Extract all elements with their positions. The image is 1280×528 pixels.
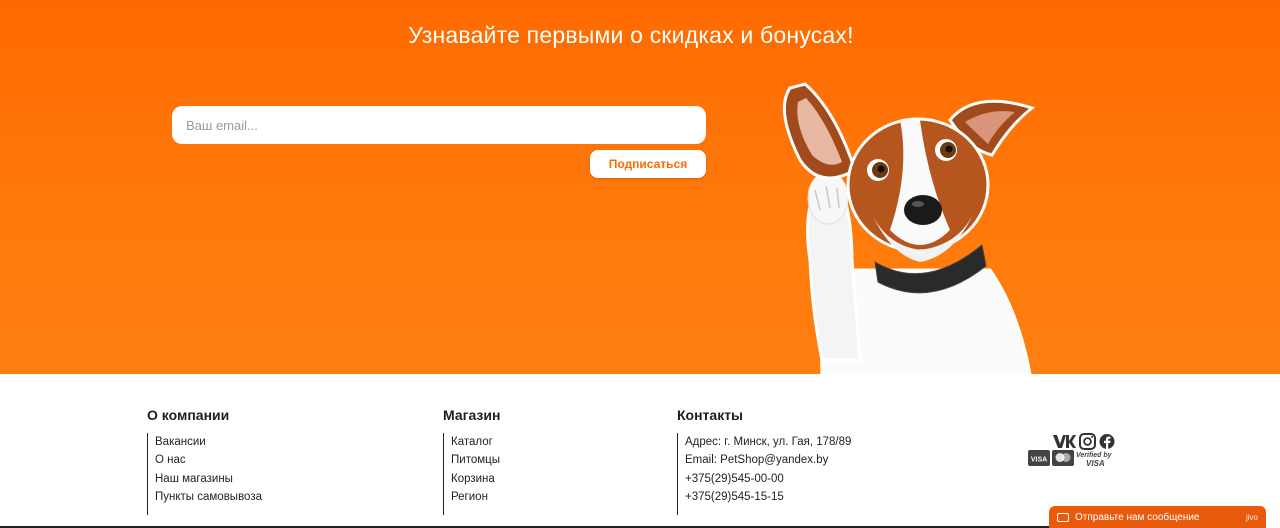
footer-links-about: Вакансии О нас Наш магазины Пункты самов… [147,433,262,515]
subscribe-button[interactable]: Подписаться [590,150,706,178]
footer: О компании Вакансии О нас Наш магазины П… [0,374,1280,528]
footer-link-stores[interactable]: Наш магазины [155,470,262,488]
contact-phone-1[interactable]: +375(29)545-00-00 [685,470,851,488]
social-links [1053,433,1115,450]
dog-image [782,82,1036,374]
footer-heading-shop: Магазин [443,407,501,423]
facebook-icon[interactable] [1099,434,1115,449]
footer-heading-contacts: Контакты [677,407,744,423]
contact-email[interactable]: Email: PetShop@yandex.by [685,451,851,469]
subscribe-title: Узнавайте первыми о скидках и бонусах! [408,22,854,48]
footer-link-vacancies[interactable]: Вакансии [155,433,262,451]
chat-label: Отправьте нам сообщение [1075,511,1200,523]
footer-heading-about: О компании [147,407,230,423]
svg-text:VISA: VISA [1031,457,1047,464]
footer-link-pickup-points[interactable]: Пункты самовывоза [155,488,262,506]
footer-link-pets[interactable]: Питомцы [451,451,500,469]
contact-phone-2[interactable]: +375(29)545-15-15 [685,488,851,506]
chat-brand: jivo [1245,512,1258,522]
footer-contacts-list: Адрес: г. Минск, ул. Гая, 178/89 Email: … [677,433,851,515]
svg-text:VISA: VISA [1086,459,1105,468]
footer-link-about-us[interactable]: О нас [155,451,262,469]
contact-address: Адрес: г. Минск, ул. Гая, 178/89 [685,436,852,448]
footer-link-cart[interactable]: Корзина [451,470,500,488]
footer-link-catalog[interactable]: Каталог [451,433,500,451]
email-input[interactable] [172,106,706,144]
verified-by-visa-icon: Verified by VISA [1076,452,1113,468]
chat-widget[interactable]: Отправьте нам сообщение jivo [1049,506,1266,528]
instagram-icon[interactable] [1079,433,1096,450]
visa-icon: VISA [1028,450,1050,466]
subscribe-banner: Узнавайте первыми о скидках и бонусах! П… [0,0,1280,374]
footer-column-shop: Магазин Каталог Питомцы Корзина Регион [443,407,500,515]
vk-icon[interactable] [1053,435,1076,448]
footer-column-about: О компании Вакансии О нас Наш магазины П… [147,407,262,515]
message-icon [1057,512,1069,522]
footer-links-shop: Каталог Питомцы Корзина Регион [443,433,500,515]
footer-column-contacts: Контакты Адрес: г. Минск, ул. Гая, 178/8… [677,407,851,515]
payment-logos: VISA Verified by VISA [1028,450,1118,468]
footer-link-region[interactable]: Регион [451,488,500,506]
page: Узнавайте первыми о скидках и бонусах! П… [0,0,1280,528]
mastercard-icon [1052,450,1074,466]
svg-text:Verified by: Verified by [1076,452,1113,459]
